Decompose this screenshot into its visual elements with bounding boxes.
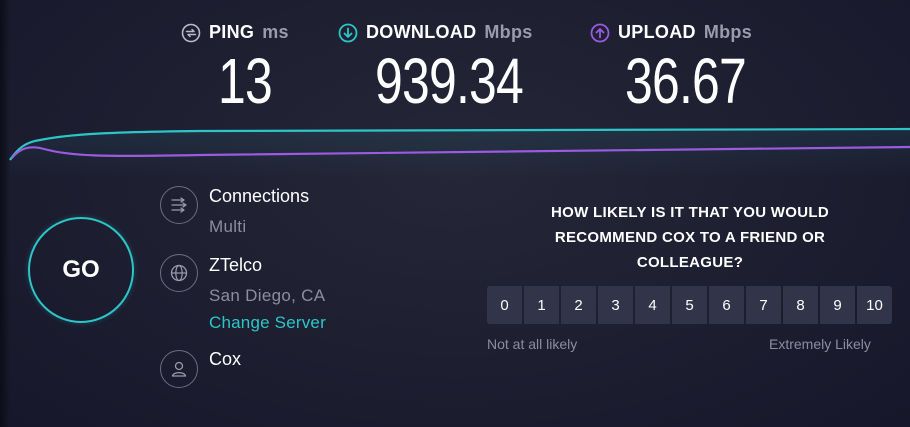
download-result: DOWNLOAD Mbps 939.34	[338, 22, 565, 113]
speedtest-panel: PING ms 13 DOWNLOAD Mbps 939.34 UPLOAD M…	[0, 0, 910, 427]
rating-option-4[interactable]: 4	[635, 286, 670, 324]
connections-value: Multi	[209, 217, 247, 236]
connections-title: Connections	[209, 186, 310, 206]
provider-name: Cox	[209, 349, 242, 369]
upload-value: 36.67	[625, 45, 747, 117]
upload-arrow-icon	[590, 23, 610, 42]
scale-low-label: Not at all likely	[487, 336, 578, 352]
ping-header: PING ms	[181, 22, 289, 43]
server-name: ZTelco	[209, 255, 263, 275]
rating-option-6[interactable]: 6	[709, 286, 744, 324]
ping-unit: ms	[262, 22, 289, 42]
rating-option-10[interactable]: 10	[857, 286, 892, 324]
download-value: 939.34	[375, 45, 524, 117]
upload-label: UPLOAD	[618, 22, 696, 42]
download-unit: Mbps	[484, 22, 533, 42]
upload-unit: Mbps	[703, 22, 753, 42]
download-graph-fill	[10, 129, 910, 178]
scale-high-label: Extremely Likely	[769, 336, 871, 352]
ping-label: PING	[209, 22, 255, 42]
rating-option-1[interactable]: 1	[524, 286, 559, 324]
rating-option-3[interactable]: 3	[598, 286, 633, 324]
rating-option-5[interactable]: 5	[672, 286, 707, 324]
globe-icon	[160, 254, 198, 292]
rating-option-8[interactable]: 8	[783, 286, 818, 324]
user-icon	[160, 350, 198, 388]
rating-option-7[interactable]: 7	[746, 286, 781, 324]
rating-scale: 0 1 2 3 4 5 6 7 8 9 10	[487, 286, 892, 324]
upload-result: UPLOAD Mbps 36.67	[590, 22, 780, 113]
ping-result: PING ms 13	[181, 22, 289, 113]
rating-option-9[interactable]: 9	[820, 286, 855, 324]
server-location: San Diego, CA	[209, 286, 326, 305]
download-header: DOWNLOAD Mbps	[338, 22, 565, 43]
go-button-label: GO	[62, 256, 100, 283]
speed-graph	[9, 127, 910, 178]
go-button[interactable]: GO	[28, 217, 134, 323]
upload-header: UPLOAD Mbps	[590, 22, 780, 43]
rating-option-2[interactable]: 2	[561, 286, 596, 324]
survey-question: HOW LIKELY IS IT THAT YOU WOULD RECOMMEN…	[551, 204, 829, 271]
ping-value: 13	[218, 45, 273, 117]
ping-icon	[181, 23, 201, 42]
connections-arrows-icon	[160, 186, 198, 224]
download-label: DOWNLOAD	[366, 22, 477, 42]
left-edge-shadow	[0, 0, 10, 427]
rating-option-0[interactable]: 0	[487, 286, 522, 324]
change-server-link[interactable]: Change Server	[209, 313, 326, 333]
download-arrow-icon	[338, 23, 358, 42]
